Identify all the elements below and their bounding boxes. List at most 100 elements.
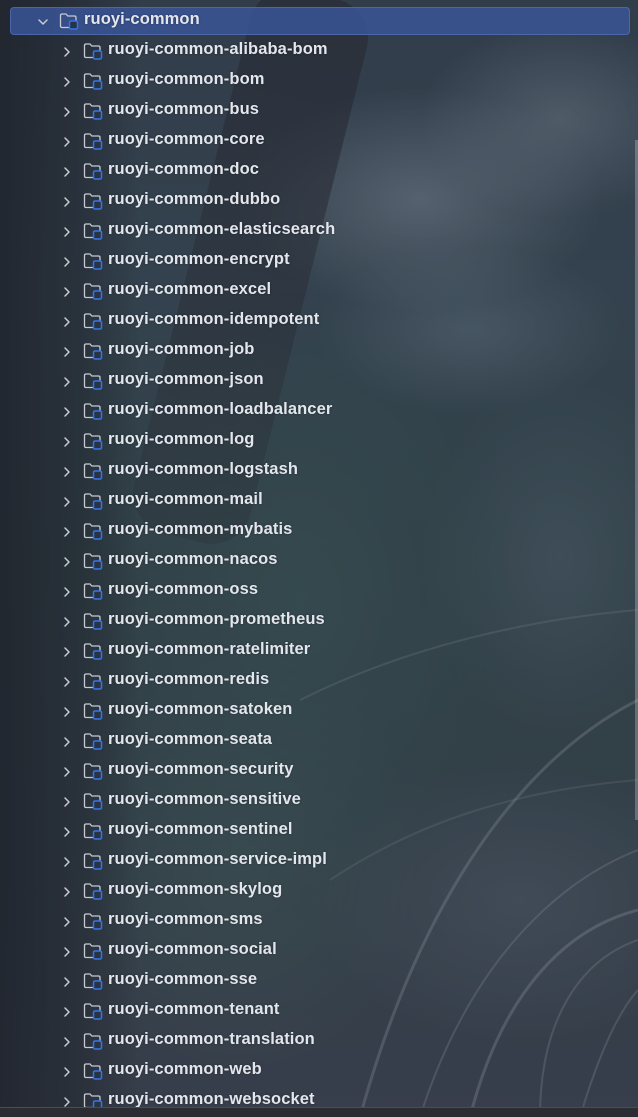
tree-row[interactable]: ruoyi-common-websocket: [0, 1080, 638, 1108]
chevron-down-icon[interactable]: [36, 14, 50, 28]
tree-row[interactable]: ruoyi-common-excel: [0, 270, 638, 300]
chevron-right-icon[interactable]: [60, 404, 74, 418]
tree-row[interactable]: ruoyi-common-mybatis: [0, 510, 638, 540]
chevron-right-icon[interactable]: [60, 1004, 74, 1018]
chevron-right-icon[interactable]: [60, 104, 74, 118]
tree-row[interactable]: ruoyi-common-elasticsearch: [0, 210, 638, 240]
tree-row[interactable]: ruoyi-common-mail: [0, 480, 638, 510]
chevron-right-icon[interactable]: [60, 854, 74, 868]
chevron-right-icon[interactable]: [60, 914, 74, 928]
chevron-right-icon[interactable]: [60, 224, 74, 238]
chevron-right-icon[interactable]: [60, 824, 74, 838]
tree-row[interactable]: ruoyi-common-encrypt: [0, 240, 638, 270]
chevron-right-icon[interactable]: [60, 944, 74, 958]
chevron-right-icon[interactable]: [60, 524, 74, 538]
tree-row[interactable]: ruoyi-common-social: [0, 930, 638, 960]
chevron-right-icon[interactable]: [60, 1034, 74, 1048]
module-folder-icon: [83, 852, 103, 870]
chevron-right-icon[interactable]: [60, 434, 74, 448]
tree-root-row[interactable]: ruoyi-common: [0, 0, 638, 35]
tree-row[interactable]: ruoyi-common-job: [0, 330, 638, 360]
tree-row[interactable]: ruoyi-common-tenant: [0, 990, 638, 1020]
chevron-right-icon[interactable]: [60, 704, 74, 718]
chevron-right-icon[interactable]: [60, 794, 74, 808]
chevron-right-icon[interactable]: [60, 1094, 74, 1108]
chevron-right-icon[interactable]: [60, 614, 74, 628]
tree-row[interactable]: ruoyi-common-alibaba-bom: [0, 30, 638, 60]
tree-item-label: ruoyi-common-mail: [108, 490, 263, 508]
tree-row[interactable]: ruoyi-common-prometheus: [0, 600, 638, 630]
tree-row[interactable]: ruoyi-common-sse: [0, 960, 638, 990]
tree-row[interactable]: ruoyi-common-ratelimiter: [0, 630, 638, 660]
module-folder-icon: [83, 582, 103, 600]
chevron-right-icon[interactable]: [60, 884, 74, 898]
chevron-right-icon[interactable]: [60, 344, 74, 358]
chevron-right-icon[interactable]: [60, 764, 74, 778]
chevron-right-icon[interactable]: [60, 194, 74, 208]
tree-item-label: ruoyi-common-translation: [108, 1030, 315, 1048]
chevron-right-icon[interactable]: [60, 554, 74, 568]
tree-row[interactable]: ruoyi-common-seata: [0, 720, 638, 750]
chevron-right-icon[interactable]: [60, 284, 74, 298]
tree-row[interactable]: ruoyi-common-skylog: [0, 870, 638, 900]
module-folder-icon: [83, 462, 103, 480]
tree-row[interactable]: ruoyi-common-dubbo: [0, 180, 638, 210]
chevron-right-icon[interactable]: [60, 74, 74, 88]
tree-row[interactable]: ruoyi-common-core: [0, 120, 638, 150]
tree-item-label: ruoyi-common-loadbalancer: [108, 400, 333, 418]
chevron-right-icon[interactable]: [60, 674, 74, 688]
chevron-right-icon[interactable]: [60, 464, 74, 478]
tree-row[interactable]: ruoyi-common-bus: [0, 90, 638, 120]
module-folder-icon: [83, 222, 103, 240]
tree-row[interactable]: ruoyi-common-loadbalancer: [0, 390, 638, 420]
tree-row[interactable]: ruoyi-common-nacos: [0, 540, 638, 570]
module-folder-icon: [83, 42, 103, 60]
tree-item-label: ruoyi-common-service-impl: [108, 850, 327, 868]
tree-row[interactable]: ruoyi-common-sms: [0, 900, 638, 930]
tree-row[interactable]: ruoyi-common-security: [0, 750, 638, 780]
tree-item-label: ruoyi-common-dubbo: [108, 190, 281, 208]
tree-row[interactable]: ruoyi-common-sensitive: [0, 780, 638, 810]
module-folder-icon: [83, 1002, 103, 1020]
chevron-right-icon[interactable]: [60, 44, 74, 58]
tree-row[interactable]: ruoyi-common-service-impl: [0, 840, 638, 870]
tree-row[interactable]: ruoyi-common-redis: [0, 660, 638, 690]
tree-row[interactable]: ruoyi-common-doc: [0, 150, 638, 180]
tree-item-label: ruoyi-common-core: [108, 130, 265, 148]
tree-item-label: ruoyi-common-json: [108, 370, 264, 388]
module-folder-icon: [83, 762, 103, 780]
module-folder-icon: [83, 162, 103, 180]
chevron-right-icon[interactable]: [60, 974, 74, 988]
tree-row[interactable]: ruoyi-common-satoken: [0, 690, 638, 720]
tree-row[interactable]: ruoyi-common-json: [0, 360, 638, 390]
chevron-right-icon[interactable]: [60, 254, 74, 268]
tree-row[interactable]: ruoyi-common-translation: [0, 1020, 638, 1050]
chevron-right-icon[interactable]: [60, 134, 74, 148]
chevron-right-icon[interactable]: [60, 314, 74, 328]
chevron-right-icon[interactable]: [60, 494, 74, 508]
tree-row[interactable]: ruoyi-common-web: [0, 1050, 638, 1080]
tree-row[interactable]: ruoyi-common-bom: [0, 60, 638, 90]
chevron-right-icon[interactable]: [60, 374, 74, 388]
module-folder-icon: [83, 912, 103, 930]
tree-item-label: ruoyi-common-ratelimiter: [108, 640, 311, 658]
tree-row[interactable]: ruoyi-common-sentinel: [0, 810, 638, 840]
chevron-right-icon[interactable]: [60, 644, 74, 658]
tree-row[interactable]: ruoyi-common-idempotent: [0, 300, 638, 330]
module-folder-icon: [83, 282, 103, 300]
module-folder-icon: [83, 492, 103, 510]
module-folder-icon: [83, 1092, 103, 1108]
tree-row[interactable]: ruoyi-common-oss: [0, 570, 638, 600]
tree-row[interactable]: ruoyi-common-logstash: [0, 450, 638, 480]
module-folder-icon: [83, 102, 103, 120]
tree-row[interactable]: ruoyi-common-log: [0, 420, 638, 450]
chevron-right-icon[interactable]: [60, 584, 74, 598]
tree-item-label: ruoyi-common-tenant: [108, 1000, 280, 1018]
tree-item-label: ruoyi-common-elasticsearch: [108, 220, 336, 238]
module-folder-icon: [83, 432, 103, 450]
chevron-right-icon[interactable]: [60, 734, 74, 748]
chevron-right-icon[interactable]: [60, 1064, 74, 1078]
tree-item-label: ruoyi-common-oss: [108, 580, 259, 598]
chevron-right-icon[interactable]: [60, 164, 74, 178]
bottom-border: [0, 1107, 638, 1117]
